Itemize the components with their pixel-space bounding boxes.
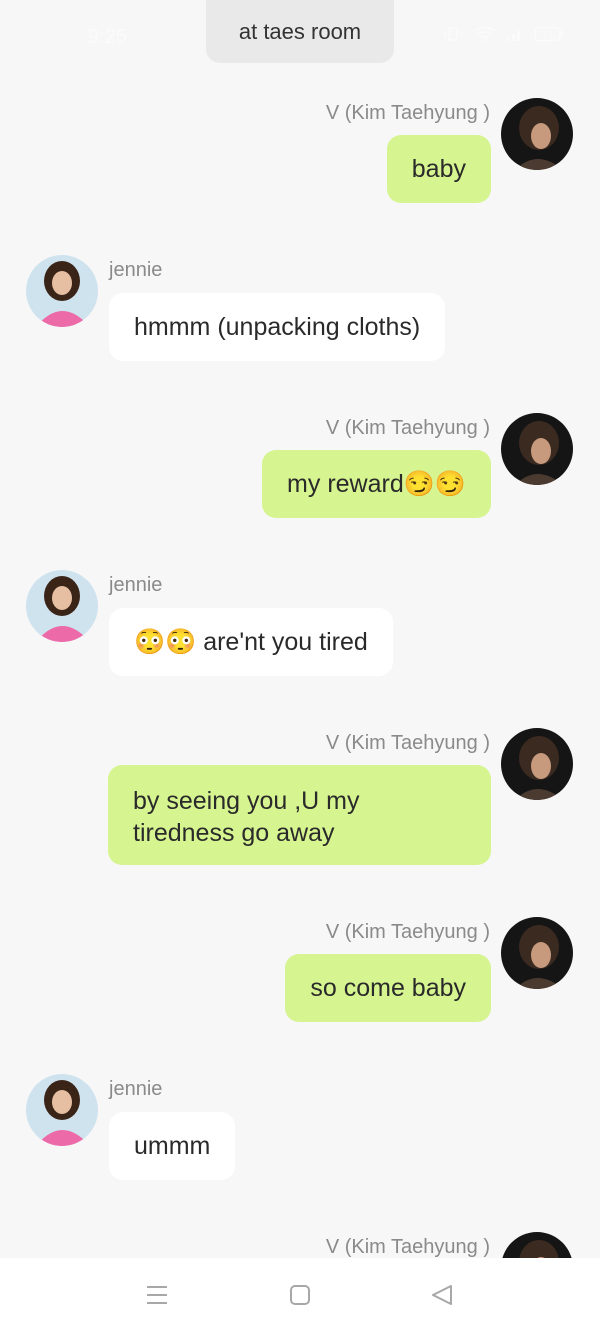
message-bubble-outgoing[interactable]: my reward😏😏 [262, 450, 491, 518]
signal-icon [507, 31, 520, 41]
avatar-v[interactable] [501, 917, 573, 989]
home-square-icon[interactable] [288, 1284, 312, 1306]
avatar-v[interactable] [501, 98, 573, 170]
sender-name: V (Kim Taehyung ) [325, 417, 490, 439]
status-time: 9:25 [88, 26, 127, 48]
menu-icon[interactable] [145, 1284, 169, 1306]
avatar-jennie[interactable] [26, 255, 98, 327]
message-bubble-outgoing[interactable]: so come baby [285, 954, 491, 1022]
avatar-v[interactable] [501, 413, 573, 485]
sender-name: jennie [109, 259, 163, 281]
avatar-jennie[interactable] [26, 1074, 98, 1146]
vibrate-icon [444, 27, 462, 41]
sender-name: V (Kim Taehyung ) [325, 732, 490, 754]
message-bubble-outgoing[interactable]: baby [386, 135, 491, 203]
sender-name: V (Kim Taehyung ) [325, 1236, 490, 1258]
sender-name: jennie [109, 1078, 163, 1100]
battery-level: 73 [542, 30, 552, 40]
message-bubble-incoming[interactable]: hmmm (unpacking cloths) [109, 293, 446, 361]
status-icons: 73 [442, 26, 564, 42]
battery-icon: 73 [534, 26, 563, 42]
avatar-jennie[interactable] [26, 570, 98, 642]
message-bubble-incoming[interactable]: 😳😳 are'nt you tired [109, 608, 393, 676]
sender-name: jennie [109, 574, 163, 596]
avatar-v[interactable] [501, 728, 573, 800]
message-bubble-outgoing[interactable]: by seeing you ,U my tiredness go away [108, 765, 491, 865]
back-triangle-icon[interactable] [430, 1284, 454, 1306]
sender-name: V (Kim Taehyung ) [325, 102, 490, 124]
system-nav-bar [0, 1258, 600, 1333]
chat-title-chip: at taes room [206, 0, 394, 63]
message-bubble-incoming[interactable]: ummm [109, 1112, 236, 1180]
sender-name: V (Kim Taehyung ) [325, 921, 490, 943]
wifi-icon [474, 26, 496, 42]
